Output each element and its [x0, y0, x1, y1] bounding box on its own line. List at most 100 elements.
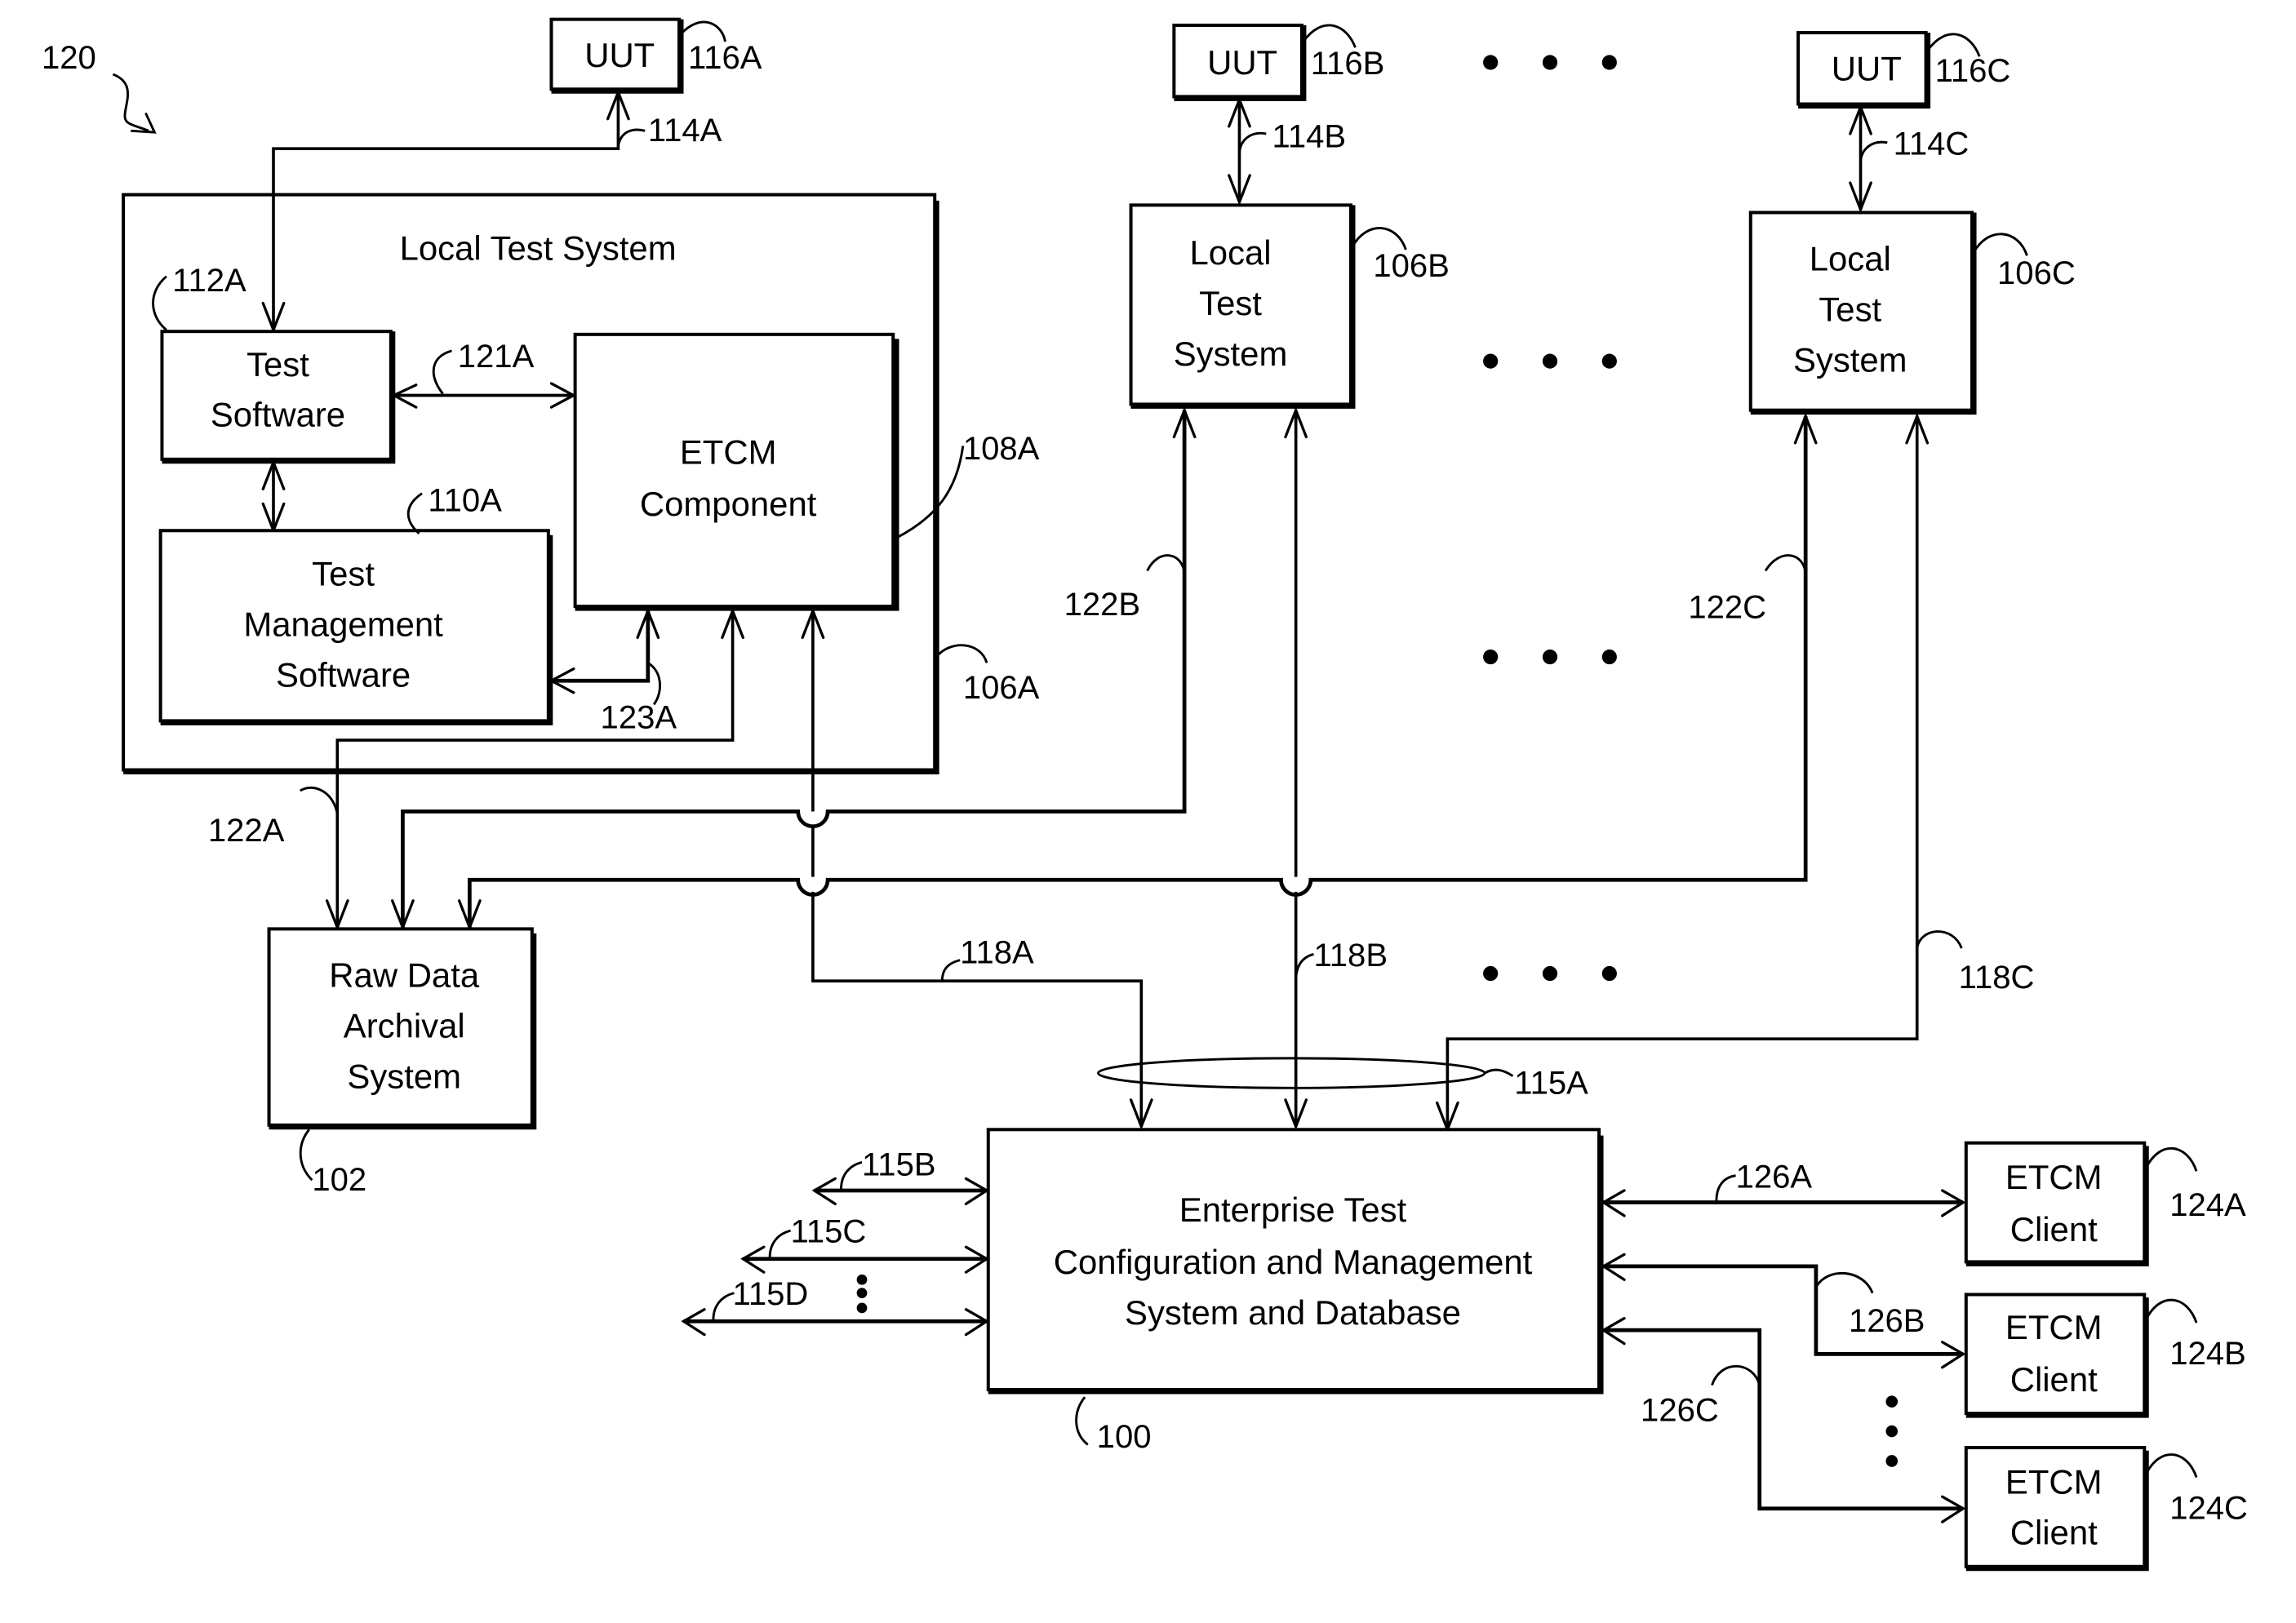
leader-115b: [840, 1160, 863, 1190]
ref-110a: 110A: [428, 483, 502, 519]
leader-118b: [1295, 952, 1314, 982]
ref-112a: 112A: [172, 263, 246, 299]
ref-126b: 126B: [1849, 1303, 1925, 1339]
leader-116a: [679, 20, 726, 42]
vertical-ellipsis-right: [1885, 1395, 1899, 1467]
raw-data-line-3: System: [347, 1057, 461, 1095]
tms-line-1: Test: [312, 555, 375, 593]
leader-115c: [768, 1229, 792, 1257]
ref-124b: 124B: [2169, 1336, 2246, 1372]
figure-ref-arrow-icon: [112, 73, 157, 134]
leader-126a: [1715, 1174, 1736, 1201]
ref-108a: 108A: [963, 431, 1040, 467]
leader-118c: [1916, 930, 1963, 949]
leader-106a: [935, 644, 988, 663]
leader-100: [1075, 1396, 1089, 1446]
ref-116c: 116C: [1935, 53, 2011, 89]
tms-line-2: Management: [243, 605, 443, 644]
local-test-system-c: Local Test System: [1748, 211, 1977, 415]
lts-c-line-2: Test: [1819, 290, 1881, 328]
leader-118a: [940, 959, 961, 982]
leader-122b: [1146, 554, 1186, 574]
client-b-line-1: ETCM: [2005, 1308, 2103, 1346]
raw-data-line-2: Archival: [344, 1006, 465, 1044]
local-test-system-b: Local Test System: [1129, 203, 1356, 409]
ref-122a: 122A: [208, 813, 285, 849]
leader-126b: [1814, 1271, 1874, 1294]
figure-ref: 120: [42, 40, 96, 76]
ref-124a: 124A: [2169, 1187, 2246, 1223]
ref-118b: 118B: [1314, 938, 1388, 973]
client-b-line-2: Client: [2010, 1360, 2098, 1399]
ref-115d: 115D: [733, 1276, 809, 1312]
leader-108a: [895, 446, 965, 539]
test-software-line-2: Software: [211, 396, 345, 434]
ref-100: 100: [1097, 1419, 1152, 1455]
ref-123a: 123A: [601, 699, 677, 735]
etcm-component: ETCM Component: [573, 332, 899, 611]
client-a-line-1: ETCM: [2005, 1158, 2103, 1196]
uut-a: UUT: [549, 17, 684, 94]
leader-124b: [2144, 1298, 2198, 1324]
leader-114b: [1238, 131, 1267, 155]
ref-118a: 118A: [960, 934, 1034, 970]
uut-c-label: UUT: [1832, 49, 1902, 87]
enterprise-test-system: Enterprise Test Configuration and Manage…: [986, 1128, 1604, 1395]
leader-124a: [2144, 1146, 2198, 1172]
leader-114c: [1859, 140, 1888, 164]
ref-126a: 126A: [1736, 1159, 1813, 1195]
ref-106b: 106B: [1373, 248, 1450, 284]
ref-118c: 118C: [1959, 960, 2035, 996]
leader-115a: [1484, 1068, 1514, 1077]
leader-110a: [406, 492, 423, 534]
ref-124c: 124C: [2169, 1490, 2248, 1526]
client-a-line-2: Client: [2010, 1210, 2098, 1248]
leader-122a: [300, 786, 339, 815]
ref-106c: 106C: [1997, 255, 2076, 291]
ref-115c: 115C: [791, 1214, 867, 1250]
etcm-client-c: ETCM Client: [1964, 1446, 2149, 1572]
test-management-software: Test Management Software: [158, 529, 553, 725]
link-123a: [551, 610, 651, 683]
ref-114a: 114A: [648, 113, 722, 149]
ref-114c: 114C: [1894, 126, 1970, 162]
leader-115d: [712, 1292, 735, 1320]
ref-122c: 122C: [1688, 590, 1766, 626]
leader-102: [299, 1129, 313, 1182]
ellipsis-row-4: [1483, 965, 1617, 982]
raw-data-line-1: Raw Data: [329, 956, 480, 994]
ellipsis-row-1: [1483, 55, 1617, 70]
lts-c-line-1: Local: [1810, 239, 1891, 277]
ref-122b: 122B: [1064, 587, 1141, 623]
etcm-client-b: ETCM Client: [1964, 1293, 2149, 1418]
link-114a: [272, 91, 620, 330]
client-c-line-1: ETCM: [2005, 1463, 2103, 1501]
ellipsis-row-2: [1483, 353, 1617, 369]
ref-115b: 115B: [862, 1147, 936, 1183]
ref-116a: 116A: [688, 40, 762, 76]
lts-c-line-3: System: [1793, 340, 1907, 379]
lts-b-line-2: Test: [1199, 284, 1262, 322]
uut-b: UUT: [1172, 23, 1307, 101]
uut-b-label: UUT: [1207, 43, 1277, 82]
leader-126c: [1711, 1364, 1761, 1386]
ref-115a: 115A: [1514, 1066, 1588, 1102]
etcm-component-line-1: ETCM: [680, 432, 777, 471]
raw-data-archival-system: Raw Data Archival System: [267, 927, 537, 1130]
ref-102: 102: [312, 1162, 366, 1198]
lts-b-line-3: System: [1174, 335, 1288, 373]
vertical-ellipsis-left: [856, 1274, 868, 1314]
uut-c: UUT: [1796, 31, 1931, 109]
link-118c: [1446, 416, 1919, 1130]
leader-106b: [1351, 227, 1407, 251]
ref-121a: 121A: [458, 339, 535, 375]
ref-106a: 106A: [963, 670, 1040, 706]
leader-112a: [152, 275, 167, 331]
enterprise-line-2: Configuration and Management: [1054, 1243, 1533, 1281]
local-test-system-a-title: Local Test System: [400, 229, 677, 268]
system-diagram: 120 UUT 116A 114A Local Test System 106A…: [42, 17, 2248, 1572]
enterprise-line-3: System and Database: [1125, 1293, 1461, 1332]
leader-114a: [616, 128, 646, 146]
ref-116b: 116B: [1311, 46, 1385, 82]
uut-a-label: UUT: [584, 36, 655, 74]
